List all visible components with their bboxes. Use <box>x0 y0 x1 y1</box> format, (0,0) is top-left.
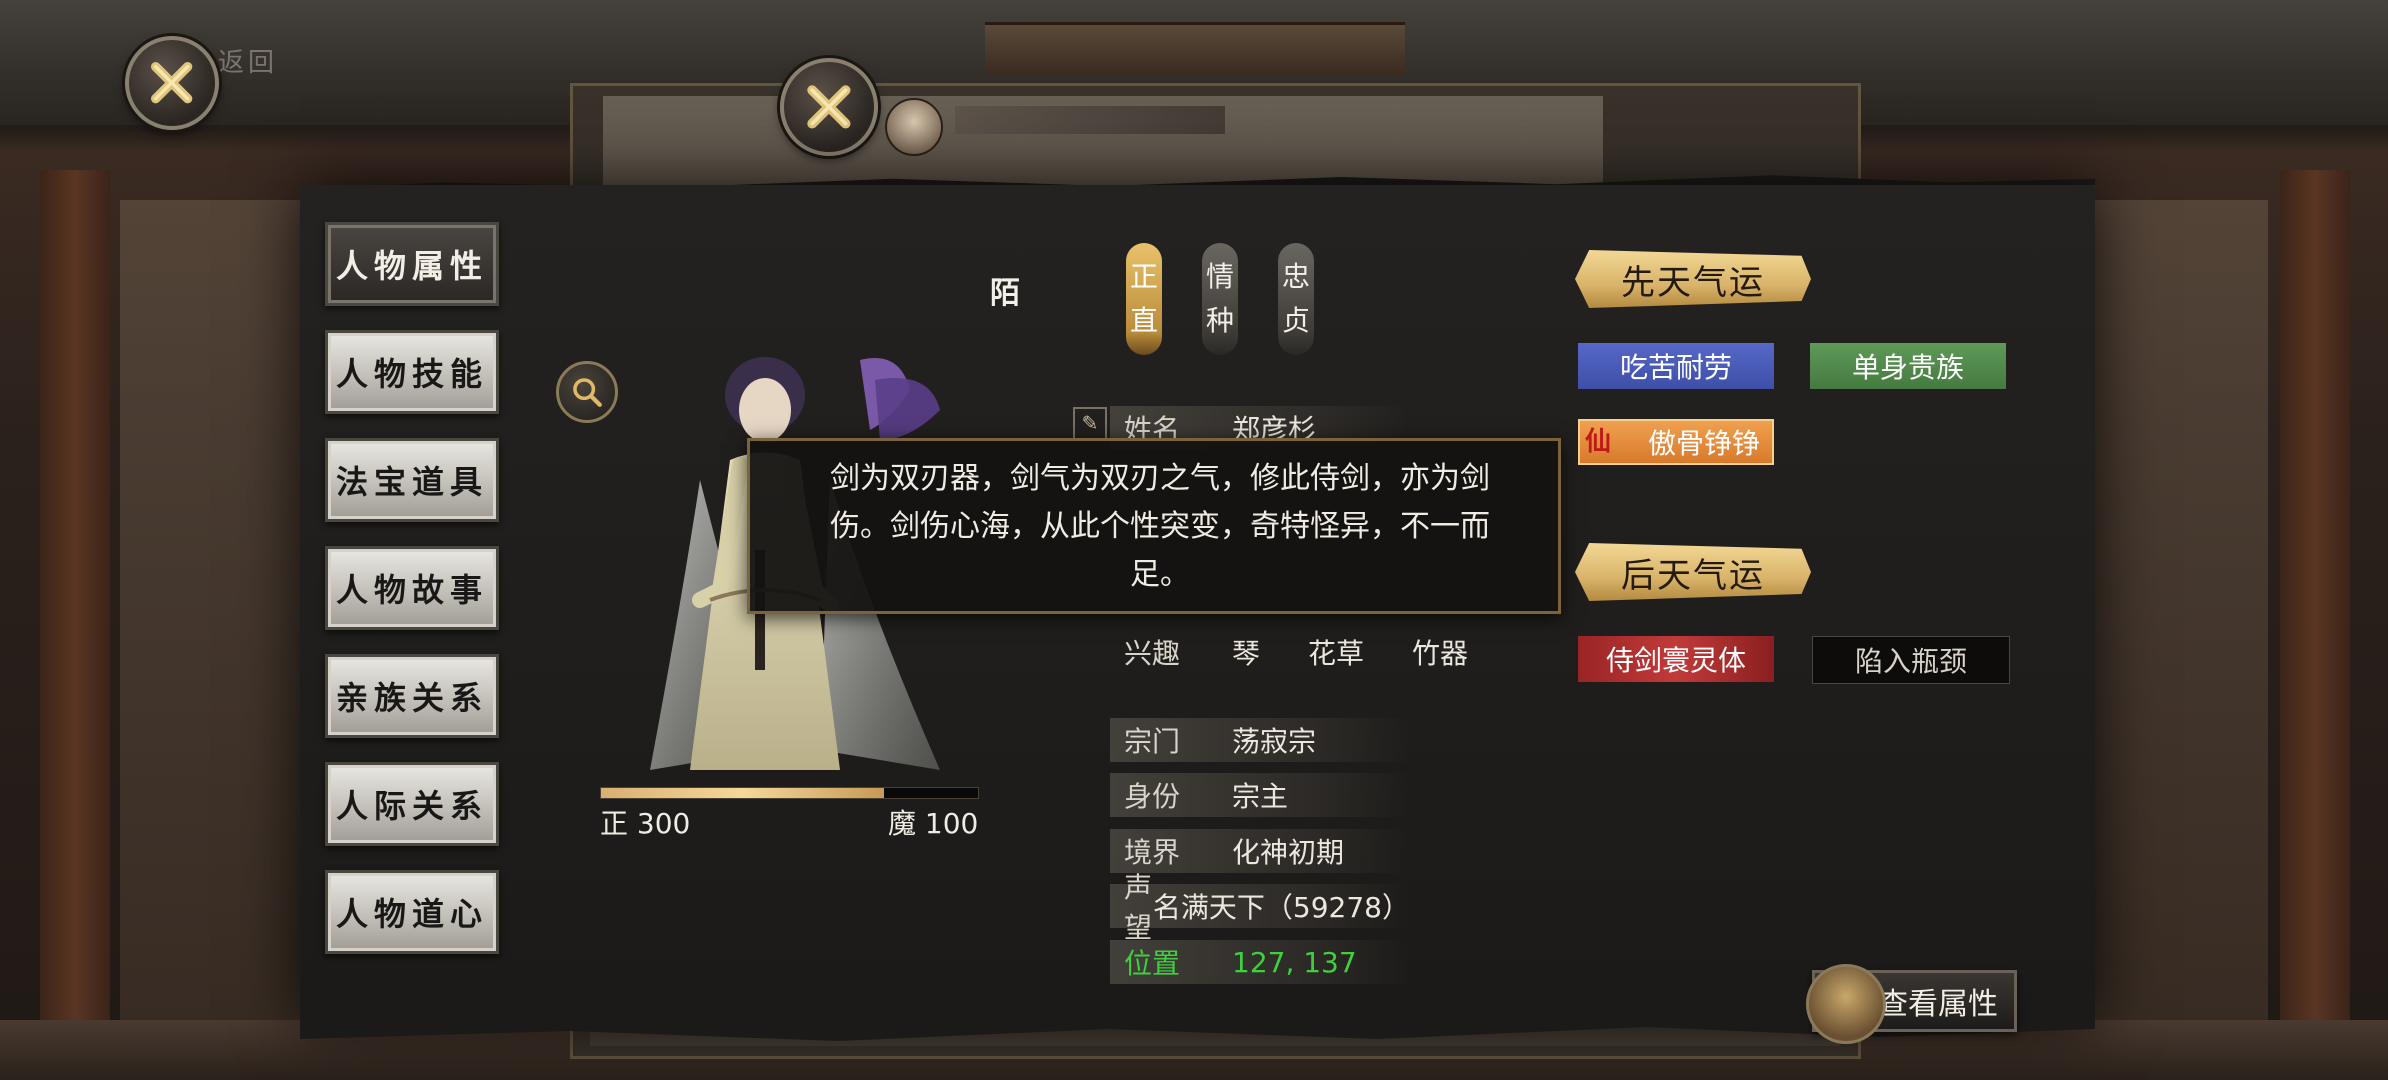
background-pillar <box>2280 170 2350 1030</box>
info-row-location[interactable]: 位置 127, 137 <box>1110 940 1410 984</box>
hobby-item: 竹器 <box>1412 637 1469 670</box>
trait-tag[interactable]: 正 直 <box>1126 243 1162 355</box>
info-row-hobbies: 兴趣 琴 花草 竹器 <box>1110 630 1516 674</box>
info-value: 荡寂宗 <box>1232 725 1317 758</box>
tab-character-skills[interactable]: 人物技能 <box>325 330 499 414</box>
info-key: 境界 <box>1124 836 1181 869</box>
view-attributes-label: 查看属性 <box>1878 987 1998 1022</box>
tab-character-story[interactable]: 人物故事 <box>325 546 499 630</box>
hobby-item: 花草 <box>1308 637 1365 670</box>
fortune-tag-bottleneck[interactable]: 陷入瓶颈 <box>1812 636 2010 684</box>
info-key: 宗门 <box>1124 725 1181 758</box>
trait-char: 正 <box>1129 260 1158 293</box>
demonic-value: 魔 100 <box>888 807 979 840</box>
background-pillar <box>40 170 110 1030</box>
close-icon <box>151 62 193 104</box>
return-label: 返回 <box>218 48 279 78</box>
info-row-reputation: 声望 名满天下（59278） <box>1110 871 1410 944</box>
tab-family-relations[interactable]: 亲族关系 <box>325 654 499 738</box>
trait-char: 贞 <box>1281 304 1310 337</box>
character-name-glyph: 陌 <box>990 276 1020 311</box>
location-link[interactable]: 127, 137 <box>1232 946 1357 979</box>
trait-char: 情 <box>1205 260 1234 293</box>
immortal-badge-icon: 仙 <box>1584 427 1611 457</box>
hobby-item: 琴 <box>1232 637 1261 670</box>
fortune-tag-proud-bones[interactable]: 仙 傲骨铮铮 <box>1578 419 1774 465</box>
trait-char: 忠 <box>1281 260 1310 293</box>
info-key: 身份 <box>1124 780 1181 813</box>
info-row-identity: 身份 宗主 <box>1110 773 1410 817</box>
info-key: 兴趣 <box>1124 637 1181 670</box>
background-banner <box>985 22 1405 75</box>
tab-dao-heart[interactable]: 人物道心 <box>325 870 499 954</box>
alignment-bar-fill <box>601 788 884 798</box>
info-key: 声望 <box>1124 871 1153 944</box>
info-value: 宗主 <box>1232 780 1289 813</box>
righteous-value: 正 300 <box>600 807 691 840</box>
background-avatar <box>885 98 943 156</box>
alignment-bar <box>600 787 979 799</box>
magnifier-icon <box>573 378 602 407</box>
trait-char: 直 <box>1129 304 1158 337</box>
trait-tag[interactable]: 忠 贞 <box>1278 243 1314 355</box>
info-row-sect: 宗门 荡寂宗 <box>1110 718 1410 762</box>
close-icon <box>807 85 851 129</box>
close-button[interactable] <box>125 36 219 130</box>
tooltip-text: 剑为双刃器，剑气为双刃之气，修此侍剑，亦为剑伤。剑伤心海，从此个性突变，奇特怪异… <box>830 461 1490 592</box>
trait-tooltip: 剑为双刃器，剑气为双刃之气，修此侍剑，亦为剑伤。剑伤心海，从此个性突变，奇特怪异… <box>747 438 1561 614</box>
info-key: 位置 <box>1124 947 1181 980</box>
tab-character-attributes[interactable]: 人物属性 <box>325 222 499 306</box>
trait-char: 种 <box>1205 304 1234 337</box>
fortune-label: 傲骨铮铮 <box>1647 427 1760 460</box>
info-row-realm: 境界 化神初期 <box>1110 829 1410 873</box>
info-value: 化神初期 <box>1232 836 1345 869</box>
info-value: 名满天下（59278） <box>1152 891 1410 924</box>
fortune-tag-single-noble[interactable]: 单身贵族 <box>1810 343 2006 389</box>
edit-name-icon[interactable]: ✎ <box>1073 407 1107 441</box>
tab-social-relations[interactable]: 人际关系 <box>325 762 499 846</box>
acquired-fortune-title: 后天气运 <box>1575 543 1811 601</box>
fortune-tag-hardworking[interactable]: 吃苦耐劳 <box>1578 343 1774 389</box>
background-close-button[interactable] <box>780 58 878 156</box>
background-wall-left <box>120 200 300 1020</box>
meditating-figure-icon <box>1806 964 1886 1044</box>
fortune-tag-sword-body[interactable]: 侍剑寰灵体 <box>1578 636 1774 682</box>
trait-tag[interactable]: 情 种 <box>1202 243 1238 355</box>
background-name-plate <box>955 106 1225 134</box>
innate-fortune-title: 先天气运 <box>1575 250 1811 308</box>
zoom-portrait-button[interactable] <box>556 361 618 423</box>
tab-treasures-items[interactable]: 法宝道具 <box>325 438 499 522</box>
